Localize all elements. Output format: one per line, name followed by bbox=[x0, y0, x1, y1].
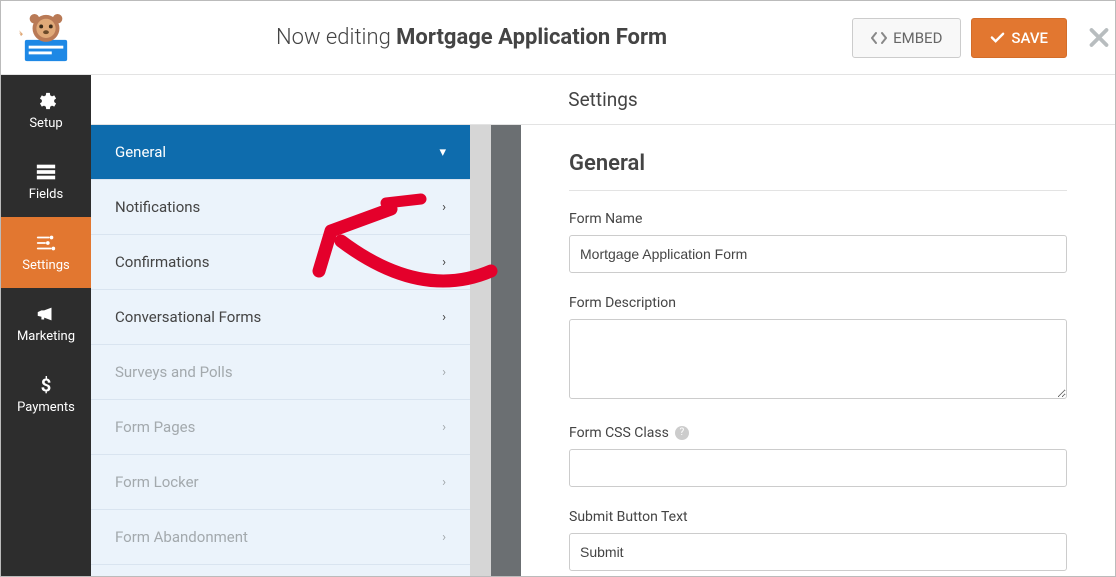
editing-prefix: Now editing bbox=[276, 25, 391, 50]
wpforms-logo-icon bbox=[17, 13, 75, 63]
body: Setup Fields Settings Marketing $ Paymen… bbox=[1, 75, 1115, 576]
svg-text:$: $ bbox=[41, 375, 52, 396]
embed-button[interactable]: EMBED bbox=[852, 18, 961, 58]
nav-label: Fields bbox=[29, 187, 63, 202]
submenu-label: General bbox=[115, 143, 166, 161]
submenu-item-surveys[interactable]: Surveys and Polls › bbox=[91, 345, 470, 400]
nav-label: Marketing bbox=[17, 329, 75, 344]
submit-text-input[interactable] bbox=[569, 533, 1067, 571]
sidenav-item-marketing[interactable]: Marketing bbox=[1, 288, 91, 359]
list-icon bbox=[35, 161, 57, 183]
submenu-item-conversational[interactable]: Conversational Forms › bbox=[91, 290, 470, 345]
chevron-right-icon: › bbox=[442, 255, 446, 270]
close-icon bbox=[1089, 27, 1109, 47]
field-submit-text: Submit Button Text bbox=[569, 509, 1067, 571]
chevron-right-icon: › bbox=[442, 200, 446, 215]
css-class-label: Form CSS Class ? bbox=[569, 425, 1067, 441]
embed-label: EMBED bbox=[893, 29, 942, 47]
submenu-label: Form Abandonment bbox=[115, 528, 248, 546]
save-label: SAVE bbox=[1011, 29, 1048, 47]
settings-area: Settings General ▾ Notifications › Confi… bbox=[91, 75, 1115, 576]
submenu-label: Surveys and Polls bbox=[115, 363, 233, 381]
nav-label: Settings bbox=[22, 258, 69, 273]
css-class-label-text: Form CSS Class bbox=[569, 425, 669, 441]
main-panel: General Form Name Form Description Form … bbox=[521, 125, 1115, 576]
main-column: General Form Name Form Description Form … bbox=[491, 125, 1115, 576]
main-wrap: General Form Name Form Description Form … bbox=[491, 125, 1115, 576]
submenu-label: Confirmations bbox=[115, 253, 209, 271]
chevron-right-icon: › bbox=[442, 365, 446, 380]
chevron-down-icon: ▾ bbox=[439, 145, 446, 160]
sidenav-item-payments[interactable]: $ Payments bbox=[1, 359, 91, 430]
check-icon bbox=[990, 30, 1005, 45]
submenu-item-form-locker[interactable]: Form Locker › bbox=[91, 455, 470, 510]
submit-text-label: Submit Button Text bbox=[569, 509, 1067, 525]
settings-submenu: General ▾ Notifications › Confirmations … bbox=[91, 125, 471, 576]
app-frame: Now editing Mortgage Application Form EM… bbox=[0, 0, 1116, 577]
sidenav-item-fields[interactable]: Fields bbox=[1, 146, 91, 217]
submenu-label: Form Pages bbox=[115, 418, 195, 436]
help-icon[interactable]: ? bbox=[675, 426, 689, 440]
chevron-right-icon: › bbox=[442, 475, 446, 490]
topbar-buttons: EMBED SAVE bbox=[852, 18, 1067, 58]
page-title: Now editing Mortgage Application Form bbox=[91, 25, 852, 50]
bullhorn-icon bbox=[35, 303, 57, 325]
section-heading: General bbox=[569, 151, 1067, 191]
submenu-label: Notifications bbox=[115, 198, 200, 216]
submenu-item-notifications[interactable]: Notifications › bbox=[91, 180, 470, 235]
chevron-right-icon: › bbox=[442, 310, 446, 325]
submenu-item-general[interactable]: General ▾ bbox=[91, 125, 470, 180]
sliders-icon bbox=[35, 232, 57, 254]
submenu-item-form-abandonment[interactable]: Form Abandonment › bbox=[91, 510, 470, 565]
topbar: Now editing Mortgage Application Form EM… bbox=[1, 1, 1115, 75]
nav-label: Setup bbox=[29, 116, 62, 131]
form-name-label: Form Name bbox=[569, 211, 1067, 227]
code-icon bbox=[871, 30, 887, 46]
nav-label: Payments bbox=[17, 400, 75, 415]
logo bbox=[1, 1, 91, 74]
dollar-icon: $ bbox=[35, 374, 57, 396]
form-description-label: Form Description bbox=[569, 295, 1067, 311]
chevron-right-icon: › bbox=[442, 530, 446, 545]
submenu-item-confirmations[interactable]: Confirmations › bbox=[91, 235, 470, 290]
close-button[interactable] bbox=[1089, 20, 1109, 55]
sidenav-item-setup[interactable]: Setup bbox=[1, 75, 91, 146]
save-button[interactable]: SAVE bbox=[971, 18, 1067, 58]
scrollbar[interactable] bbox=[471, 125, 491, 576]
settings-title: Settings bbox=[91, 75, 1115, 125]
form-title: Mortgage Application Form bbox=[396, 25, 667, 50]
form-name-input[interactable] bbox=[569, 235, 1067, 273]
field-form-name: Form Name bbox=[569, 211, 1067, 273]
settings-body: General ▾ Notifications › Confirmations … bbox=[91, 125, 1115, 576]
submenu-item-form-pages[interactable]: Form Pages › bbox=[91, 400, 470, 455]
gear-icon bbox=[35, 90, 57, 112]
css-class-input[interactable] bbox=[569, 449, 1067, 487]
submenu-label: Conversational Forms bbox=[115, 308, 261, 326]
chevron-right-icon: › bbox=[442, 420, 446, 435]
form-description-input[interactable] bbox=[569, 319, 1067, 399]
sidenav-item-settings[interactable]: Settings bbox=[1, 217, 91, 288]
field-form-description: Form Description bbox=[569, 295, 1067, 403]
sidenav: Setup Fields Settings Marketing $ Paymen… bbox=[1, 75, 91, 576]
field-css-class: Form CSS Class ? bbox=[569, 425, 1067, 487]
submenu-label: Form Locker bbox=[115, 473, 199, 491]
